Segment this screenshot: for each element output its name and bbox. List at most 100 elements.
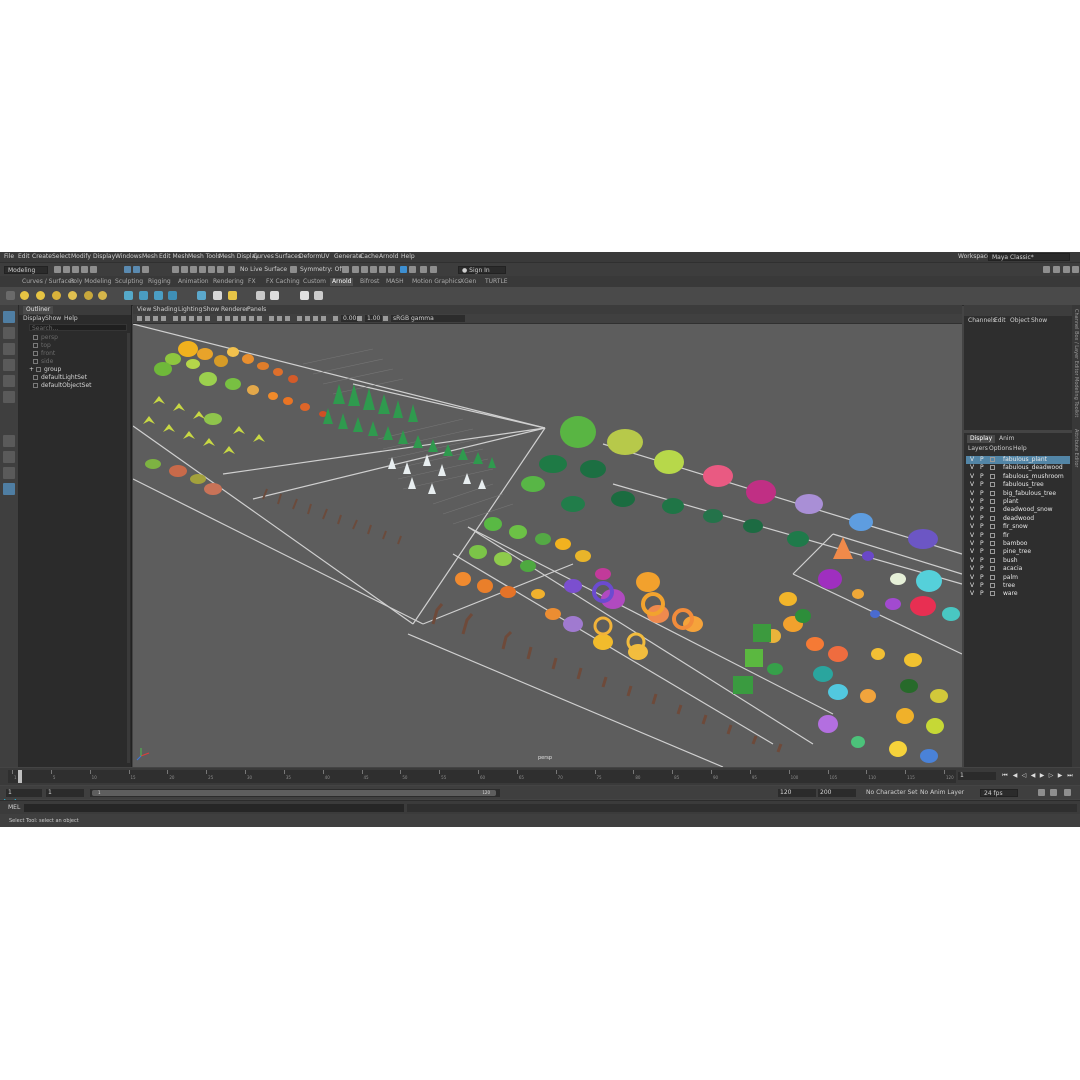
sign-in-button[interactable]: ● Sign In	[458, 266, 506, 274]
film-gate-icon[interactable]	[181, 316, 186, 321]
tab-attribute-editor[interactable]: Attribute Editor	[1073, 429, 1079, 467]
layer-playback-toggle[interactable]: P	[980, 515, 984, 523]
texture-manager-icon[interactable]	[197, 291, 206, 300]
play-forwards-icon[interactable]: ▶	[1039, 773, 1045, 779]
physical-sky-icon[interactable]	[98, 291, 107, 300]
channel-edit-menu[interactable]: Edit	[994, 316, 1006, 325]
playback-range-handle[interactable]: 1 120	[92, 790, 496, 796]
layer-display-type-icon[interactable]	[990, 549, 995, 555]
camera-exposure-icon[interactable]	[333, 316, 338, 321]
layer-visibility-toggle[interactable]: V	[970, 473, 974, 481]
exposure-field[interactable]: 0.00	[341, 315, 359, 322]
attribute-editor-icon[interactable]	[430, 266, 437, 273]
photometric-light-icon[interactable]	[84, 291, 93, 300]
tab-rendering[interactable]: Rendering	[213, 278, 244, 286]
history-icon[interactable]	[342, 266, 349, 273]
layer-visibility-toggle[interactable]: V	[970, 548, 974, 556]
layer-display-type-icon[interactable]	[990, 583, 995, 588]
menu-cache[interactable]: Cache	[360, 253, 379, 261]
outliner-scrollbar[interactable]	[127, 333, 130, 763]
textured-icon[interactable]	[241, 316, 246, 321]
layer-display-type-icon[interactable]	[990, 591, 995, 597]
playback-range-track[interactable]: 1 120	[90, 789, 500, 797]
shadows-icon[interactable]	[257, 316, 262, 321]
tab-modeling-toolkit[interactable]: Modeling Toolkit	[1073, 377, 1079, 417]
outliner-menu-display[interactable]: Display	[23, 315, 45, 323]
menu-arnold[interactable]: Arnold	[379, 253, 398, 261]
toggle-attribute-icon[interactable]	[1053, 266, 1060, 273]
layer-row[interactable]: V Ptree	[966, 582, 1070, 590]
outliner-item-top[interactable]: top	[33, 342, 51, 350]
auto-key-icon[interactable]	[1050, 789, 1057, 796]
layer-row[interactable]: V Pbush	[966, 557, 1070, 565]
area-light-icon[interactable]	[36, 291, 45, 300]
snap-curve-icon[interactable]	[181, 266, 188, 273]
layer-row[interactable]: V Pfabulous_deadwood	[966, 464, 1070, 472]
tab-sculpting[interactable]: Sculpting	[115, 278, 143, 286]
mesh-light-icon[interactable]	[68, 291, 77, 300]
resolution-gate-icon[interactable]	[189, 316, 194, 321]
play-backwards-icon[interactable]: ◀	[1030, 773, 1036, 779]
persp-outliner-layout-icon[interactable]	[3, 467, 15, 479]
command-language-label[interactable]: MEL	[8, 804, 20, 811]
menu-deform[interactable]: Deform	[299, 253, 321, 261]
render-frame-icon[interactable]	[352, 266, 359, 273]
layer-visibility-toggle[interactable]: V	[970, 582, 974, 590]
layer-display-type-icon[interactable]	[990, 541, 995, 546]
layer-help-menu[interactable]: Help	[1013, 445, 1027, 453]
skydome-light-icon[interactable]	[52, 291, 61, 300]
save-scene-icon[interactable]	[72, 266, 79, 273]
screen-space-ao-icon[interactable]	[269, 316, 274, 321]
layer-row[interactable]: V Pbamboo	[966, 540, 1070, 548]
layer-options-menu[interactable]: Options	[989, 445, 1012, 453]
shelf-options-icon[interactable]	[6, 291, 15, 300]
xray-components-icon[interactable]	[321, 316, 326, 321]
volume-icon[interactable]	[139, 291, 148, 300]
layer-display-type-icon[interactable]	[990, 473, 995, 479]
playback-start-field[interactable]: 1	[46, 789, 84, 797]
select-camera-icon[interactable]	[137, 316, 142, 321]
menu-modify[interactable]: Modify	[71, 253, 91, 261]
outliner-item-defaultlightset[interactable]: defaultLightSet	[33, 374, 87, 382]
tab-mash[interactable]: MASH	[386, 278, 404, 286]
motion-blur-icon[interactable]	[277, 316, 282, 321]
menu-mesh-tools[interactable]: Mesh Tools	[188, 253, 220, 261]
step-forward-frame-icon[interactable]: ▷	[1048, 773, 1054, 779]
layer-row[interactable]: V Pfir_snow	[966, 523, 1070, 531]
paint-select-icon[interactable]	[3, 343, 15, 355]
tab-turtle[interactable]: TURTLE	[485, 278, 508, 286]
start-time-field[interactable]: 1	[6, 789, 42, 797]
open-scene-icon[interactable]	[63, 266, 70, 273]
step-back-key-icon[interactable]: ◀	[1012, 773, 1018, 779]
wireframe-icon[interactable]	[217, 316, 222, 321]
outliner-item-side[interactable]: side	[33, 358, 53, 366]
outliner-menu-help[interactable]: Help	[64, 315, 78, 323]
undo-icon[interactable]	[81, 266, 88, 273]
go-to-start-icon[interactable]: ⏮	[1002, 773, 1008, 779]
layer-playback-toggle[interactable]: P	[980, 590, 984, 598]
rotate-tool-icon[interactable]	[3, 375, 15, 387]
ipr-render-icon[interactable]	[370, 266, 377, 273]
layers-menu[interactable]: Layers	[968, 445, 988, 453]
outliner-search-input[interactable]: Search...	[29, 324, 127, 332]
channels-menu[interactable]: Channels	[968, 316, 996, 325]
redo-icon[interactable]	[90, 266, 97, 273]
select-tool-icon[interactable]	[3, 311, 15, 323]
menu-display[interactable]: Display	[93, 253, 115, 261]
layer-row[interactable]: V Pfir	[966, 532, 1070, 540]
menu-help[interactable]: Help	[401, 253, 415, 261]
render-view-icon[interactable]	[409, 266, 416, 273]
layer-row[interactable]: V Pplant	[966, 498, 1070, 506]
layer-display-type-icon[interactable]	[990, 457, 995, 462]
layer-playback-toggle[interactable]: P	[980, 473, 984, 481]
layer-display-type-icon[interactable]	[990, 515, 995, 521]
layer-visibility-toggle[interactable]: V	[970, 557, 974, 565]
view-transform-dropdown[interactable]: sRGB gamma	[391, 315, 465, 322]
layer-playback-toggle[interactable]: P	[980, 481, 984, 489]
scene-view[interactable]	[133, 324, 962, 767]
render-settings-icon[interactable]	[379, 266, 386, 273]
symmetry-icon[interactable]	[290, 266, 297, 273]
layer-row[interactable]: V Ppalm	[966, 574, 1070, 582]
layer-playback-toggle[interactable]: P	[980, 532, 984, 540]
render-region-icon[interactable]	[361, 266, 368, 273]
